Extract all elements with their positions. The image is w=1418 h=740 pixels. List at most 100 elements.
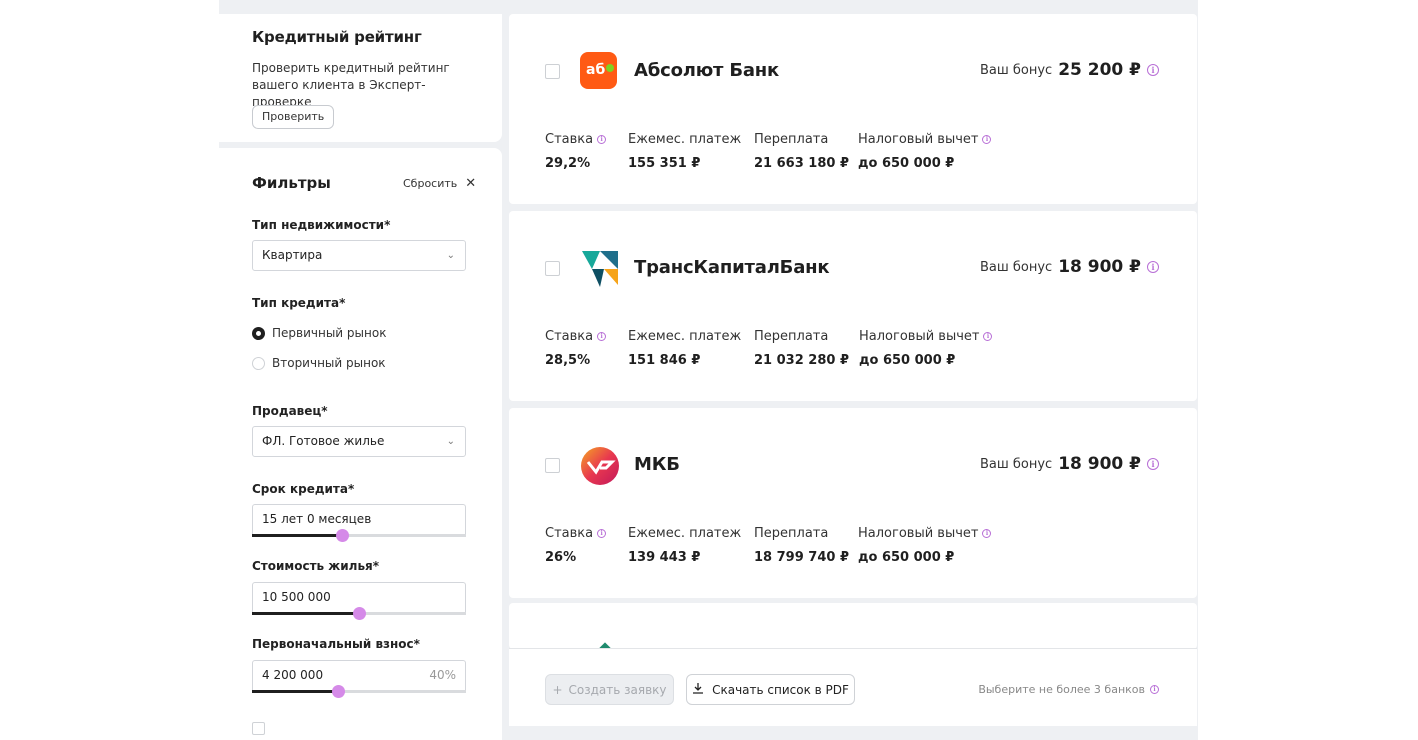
bonus-block: Ваш бонус 18 900 ₽ i xyxy=(980,257,1159,277)
stat-tax: Налоговый вычет i до 650 000 ₽ xyxy=(858,132,992,171)
price-label: Стоимость жилья* xyxy=(252,559,380,573)
radio-label: Вторичный рынок xyxy=(272,356,386,370)
radio-primary-market[interactable]: Первичный рынок xyxy=(252,326,386,340)
property-type-select[interactable]: Квартира ⌄ xyxy=(252,240,466,271)
filters-title: Фильтры xyxy=(252,174,331,192)
down-payment-label: Первоначальный взнос* xyxy=(252,637,420,651)
bonus-label: Ваш бонус xyxy=(979,62,1053,78)
selection-hint: Выберите не более 3 банков i xyxy=(978,683,1159,696)
stat-rate: Ставка i 29,2% xyxy=(545,132,607,171)
bank-select-checkbox[interactable] xyxy=(545,64,560,79)
bank-name: ТрансКапиталБанк xyxy=(634,257,830,278)
stat-value: 21 032 280 ₽ xyxy=(754,353,849,368)
stat-overpay: Переплата 18 799 740 ₽ xyxy=(754,526,849,565)
create-application-button[interactable]: + Создать заявку xyxy=(545,674,674,705)
stat-label: Ставка xyxy=(545,526,594,541)
stat-label: Переплата xyxy=(754,526,829,541)
reset-label: Сбросить xyxy=(403,177,458,190)
info-icon[interactable]: i xyxy=(597,135,607,144)
info-icon[interactable]: i xyxy=(983,332,993,341)
info-icon[interactable]: i xyxy=(597,332,607,341)
info-icon[interactable]: i xyxy=(1147,64,1159,76)
stat-value: до 650 000 ₽ xyxy=(858,550,955,565)
bank-card-absolut: аб Абсолют Банк Ваш бонус 25 200 ₽ i Ста… xyxy=(509,14,1197,204)
slider-handle[interactable] xyxy=(335,529,349,542)
stat-monthly: Ежемес. платеж 139 443 ₽ xyxy=(628,526,741,565)
stat-label: Налоговый вычет xyxy=(858,526,979,541)
stat-label: Ежемес. платеж xyxy=(628,526,742,541)
chevron-down-icon: ⌄ xyxy=(446,250,455,261)
stat-label: Налоговый вычет xyxy=(859,329,980,344)
slider-fill xyxy=(252,612,359,615)
pdf-label: Скачать список в PDF xyxy=(712,682,849,697)
close-icon: ✕ xyxy=(465,176,477,191)
term-input[interactable]: 15 лет 0 месяцев xyxy=(252,504,466,535)
bonus-block: Ваш бонус 18 900 ₽ i xyxy=(980,454,1159,474)
chevron-down-icon: ⌄ xyxy=(446,436,455,447)
stat-value: до 650 000 ₽ xyxy=(859,353,956,368)
bank-select-checkbox[interactable] xyxy=(545,458,560,473)
stat-value: до 650 000 ₽ xyxy=(858,156,955,171)
info-icon[interactable]: i xyxy=(597,529,607,538)
bank-name: Абсолют Банк xyxy=(634,60,780,81)
action-bar: + Создать заявку Скачать список в PDF Вы… xyxy=(509,648,1197,726)
transkapitalbank-logo xyxy=(580,249,620,289)
stat-value: 155 351 ₽ xyxy=(628,156,701,171)
info-icon[interactable]: i xyxy=(982,135,992,144)
price-value: 10 500 000 xyxy=(262,590,331,604)
download-pdf-button[interactable]: Скачать список в PDF xyxy=(686,674,855,705)
slider-handle[interactable] xyxy=(353,607,366,620)
reset-filters-button[interactable]: Сбросить ✕ xyxy=(403,176,476,191)
bonus-block: Ваш бонус 25 200 ₽ i xyxy=(980,60,1159,80)
seller-label: Продавец* xyxy=(252,404,328,418)
bonus-value: 18 900 ₽ xyxy=(1058,454,1141,474)
stat-label: Переплата xyxy=(754,132,829,147)
stat-rate: Ставка i 26% xyxy=(545,526,607,565)
info-icon[interactable]: i xyxy=(1147,261,1159,273)
stat-label: Переплата xyxy=(754,329,829,344)
info-icon[interactable]: i xyxy=(1150,685,1159,694)
bonus-label: Ваш бонус xyxy=(979,456,1053,472)
bank-card-transkapital: ТрансКапиталБанк Ваш бонус 18 900 ₽ i Ст… xyxy=(509,211,1197,401)
slider-handle[interactable] xyxy=(331,685,345,698)
radio-on-icon xyxy=(252,326,265,340)
hint-text: Выберите не более 3 банков xyxy=(978,683,1145,696)
radio-secondary-market[interactable]: Вторичный рынок xyxy=(252,356,386,370)
seller-value: ФЛ. Готовое жилье xyxy=(262,434,385,448)
credit-type-label: Тип кредита* xyxy=(252,296,346,310)
stat-label: Ставка xyxy=(545,132,594,147)
bonus-label: Ваш бонус xyxy=(979,259,1053,275)
absolut-logo-text: аб xyxy=(586,62,606,78)
term-value: 15 лет 0 месяцев xyxy=(262,512,372,526)
stat-value: 151 846 ₽ xyxy=(628,353,701,368)
stat-label: Ставка xyxy=(545,329,594,344)
stat-value: 18 799 740 ₽ xyxy=(754,550,849,565)
stat-monthly: Ежемес. платеж 155 351 ₽ xyxy=(628,132,741,171)
stat-label: Ежемес. платеж xyxy=(628,329,742,344)
radio-label: Первичный рынок xyxy=(272,326,387,340)
stat-overpay: Переплата 21 663 180 ₽ xyxy=(754,132,849,171)
property-type-label: Тип недвижимости* xyxy=(252,218,391,232)
check-rating-button[interactable]: Проверить xyxy=(252,105,335,129)
slider-fill xyxy=(252,534,342,537)
filter-checkbox[interactable] xyxy=(252,722,265,735)
stat-label: Налоговый вычет xyxy=(858,132,979,147)
bank-name: МКБ xyxy=(634,454,680,475)
info-icon[interactable]: i xyxy=(1147,458,1159,470)
mkb-logo xyxy=(580,446,620,486)
credit-rating-title: Кредитный рейтинг xyxy=(252,28,422,46)
bonus-value: 25 200 ₽ xyxy=(1058,60,1141,80)
term-slider[interactable] xyxy=(252,529,466,542)
radio-off-icon xyxy=(252,356,265,370)
stat-overpay: Переплата 21 032 280 ₽ xyxy=(754,329,849,368)
property-type-value: Квартира xyxy=(262,248,323,262)
stat-value: 26% xyxy=(545,550,577,565)
seller-select[interactable]: ФЛ. Готовое жилье ⌄ xyxy=(252,426,466,457)
down-payment-input[interactable]: 4 200 000 40% xyxy=(252,660,466,691)
bank-select-checkbox[interactable] xyxy=(545,261,560,276)
price-slider[interactable] xyxy=(252,607,466,620)
down-payment-slider[interactable] xyxy=(252,685,466,698)
stat-tax: Налоговый вычет i до 650 000 ₽ xyxy=(859,329,993,368)
info-icon[interactable]: i xyxy=(982,529,992,538)
term-label: Срок кредита* xyxy=(252,482,355,496)
